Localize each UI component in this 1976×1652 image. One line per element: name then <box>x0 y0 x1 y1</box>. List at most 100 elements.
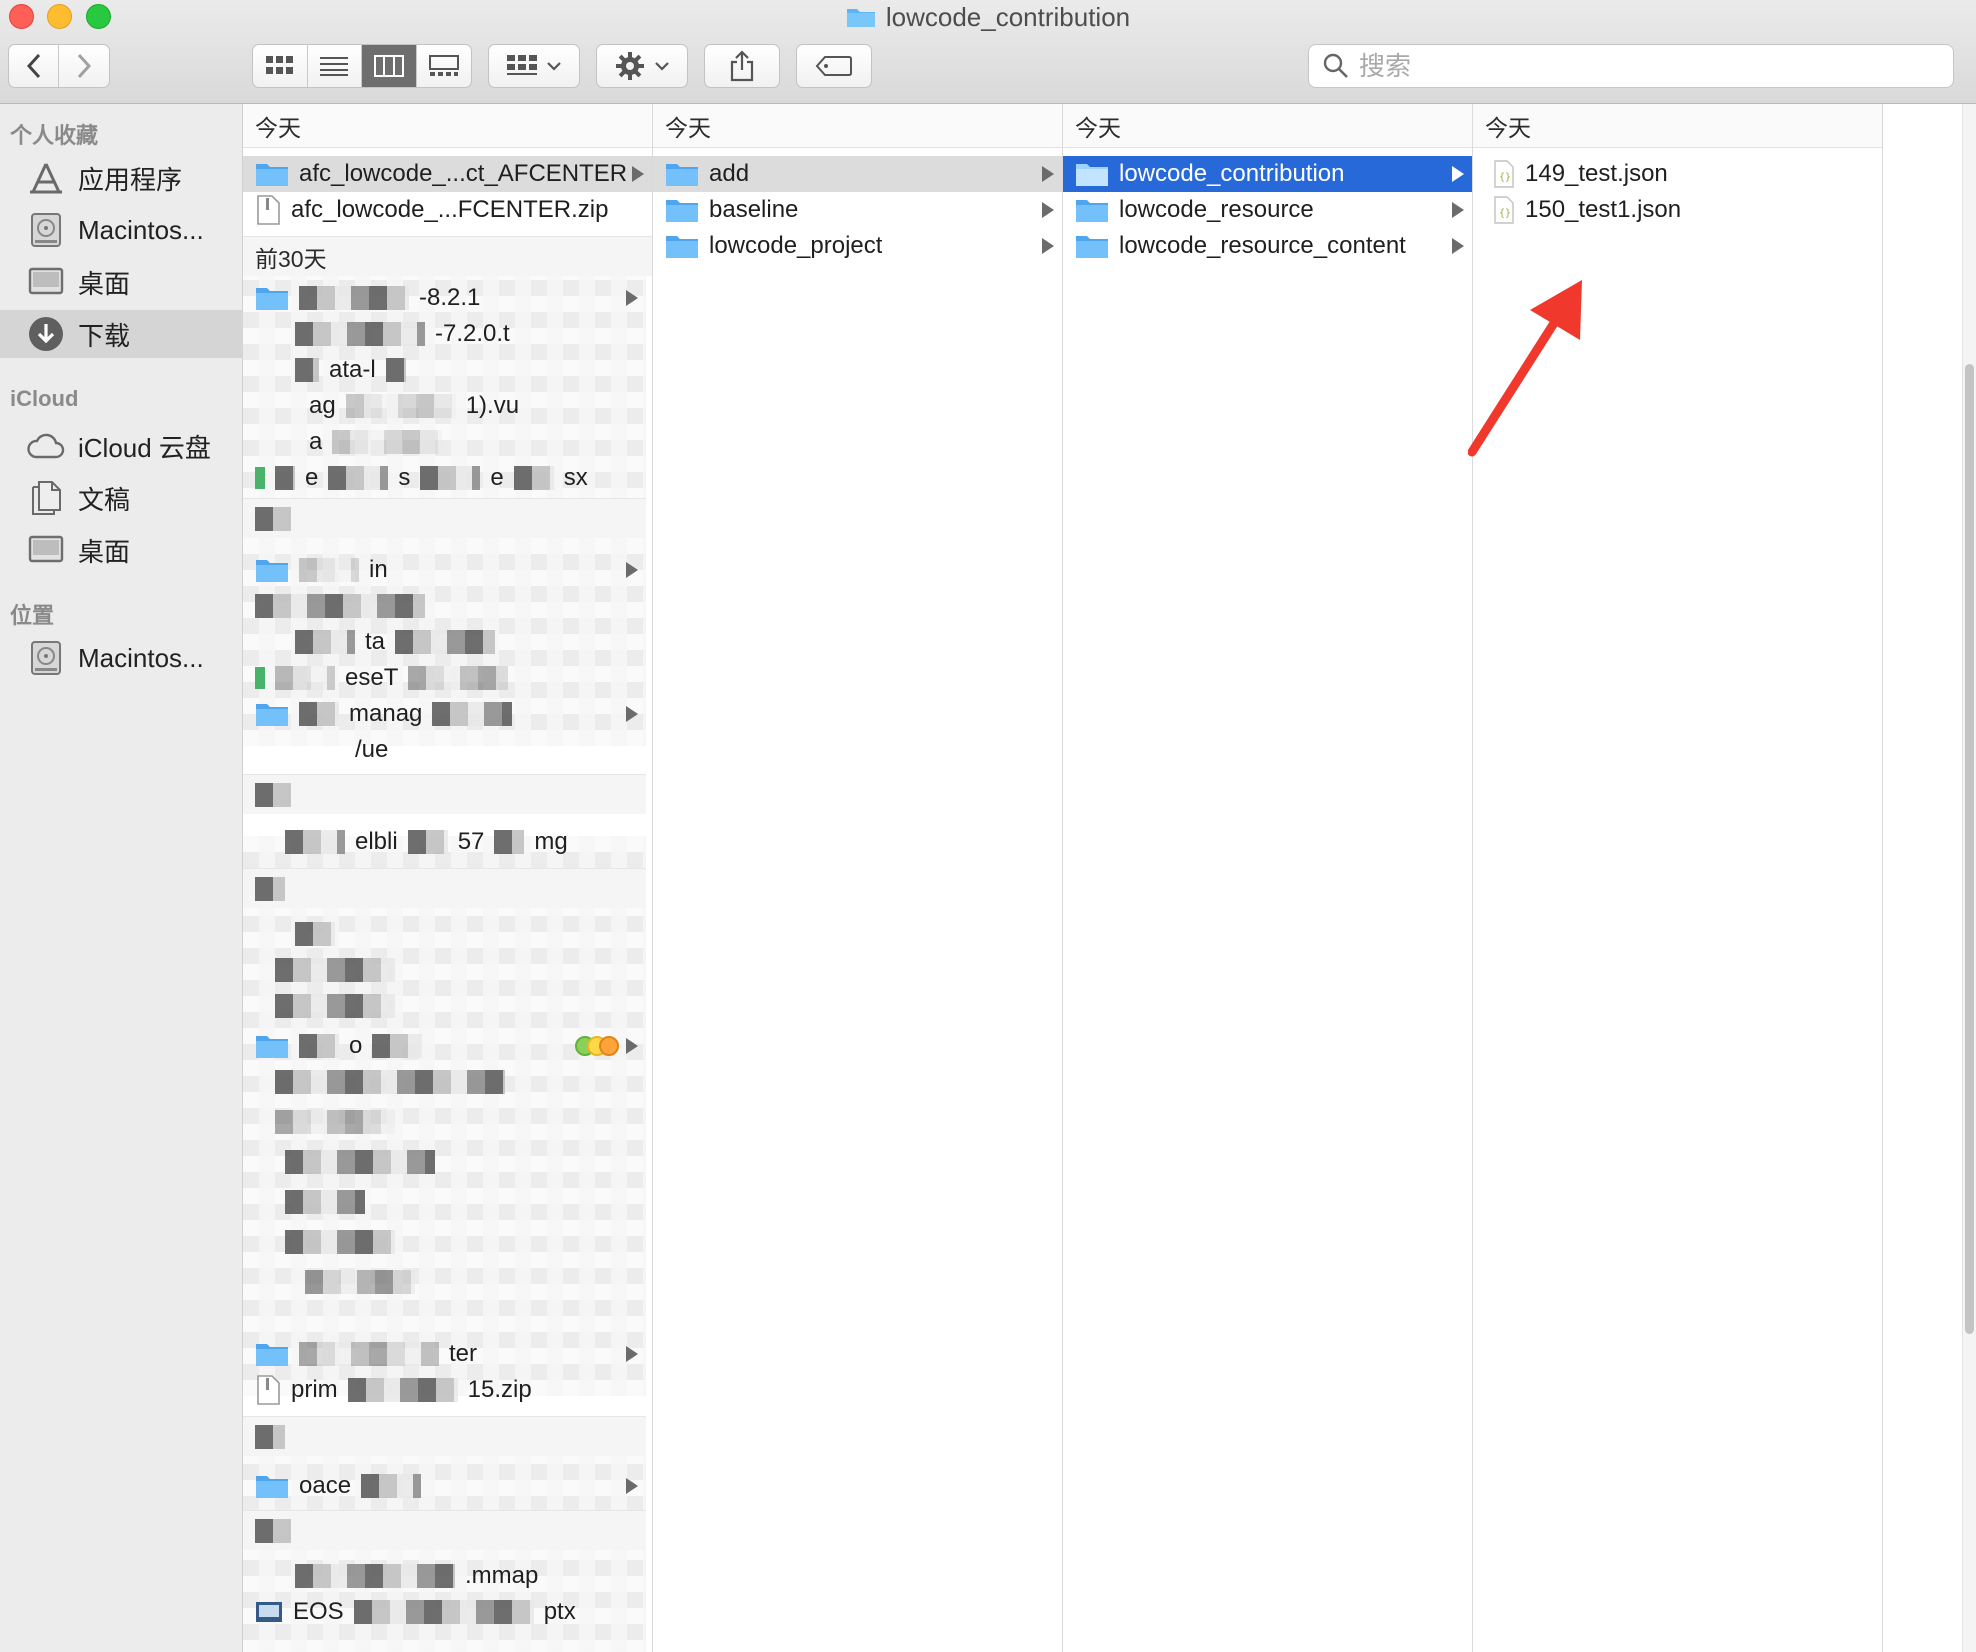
share-button[interactable] <box>704 44 780 88</box>
folder-icon <box>1076 200 1108 222</box>
list-view-button[interactable] <box>308 45 362 87</box>
list-item[interactable]: add <box>653 156 1062 192</box>
sidebar-item-downloads[interactable]: 下载 <box>0 310 243 358</box>
vertical-scrollbar[interactable] <box>1962 104 1976 1652</box>
list-item[interactable] <box>243 1104 646 1140</box>
gallery-view-icon <box>428 55 459 76</box>
file-name-fragment: manag <box>349 700 423 727</box>
action-menu-button[interactable] <box>596 44 688 88</box>
redacted-text <box>255 783 291 807</box>
list-item[interactable]: lowcode_resource <box>1063 192 1472 228</box>
list-item[interactable] <box>243 1144 646 1180</box>
folder-icon <box>256 1036 288 1058</box>
list-item[interactable]: eseT <box>243 660 646 696</box>
group-by-button[interactable] <box>488 44 580 88</box>
sidebar-item-label: 桌面 <box>78 268 131 299</box>
sidebar-item-documents[interactable]: 文稿 <box>0 474 243 522</box>
file-name-fragment: in <box>369 556 388 583</box>
list-item[interactable] <box>243 988 646 1024</box>
list-item[interactable]: a <box>243 424 646 460</box>
json-file-icon: {} <box>1494 196 1514 224</box>
gallery-view-button[interactable] <box>417 45 472 87</box>
gear-icon <box>616 52 644 80</box>
redacted-text <box>299 702 339 726</box>
cloud-icon <box>26 428 66 464</box>
sidebar-item-icloud-desktop[interactable]: 桌面 <box>0 526 243 574</box>
list-item[interactable]: -7.2.0.t <box>243 316 646 352</box>
folder-icon <box>256 1344 288 1366</box>
share-icon <box>730 50 754 82</box>
list-item[interactable]: ag 1).vu <box>243 388 646 424</box>
list-item[interactable]: lowcode_contribution <box>1063 156 1472 192</box>
list-item[interactable] <box>243 1224 646 1260</box>
list-item[interactable]: afc_lowcode_...ct_AFCENTER <box>243 156 652 192</box>
list-item[interactable]: ata-l <box>243 352 646 388</box>
zip-file-icon <box>257 195 280 225</box>
list-item[interactable] <box>243 952 646 988</box>
documents-icon <box>26 480 66 516</box>
redacted-text <box>275 1110 395 1134</box>
list-item[interactable]: -8.2.1 <box>243 280 646 316</box>
folder-icon <box>256 288 288 310</box>
disclosure-arrow-icon <box>626 290 638 306</box>
file-name-fragment: ata-l <box>329 356 376 383</box>
list-item[interactable] <box>243 588 646 624</box>
icon-view-button[interactable] <box>253 45 308 87</box>
list-item[interactable]: in <box>243 552 646 588</box>
list-item[interactable] <box>243 1064 646 1100</box>
list-item[interactable]: lowcode_project <box>653 228 1062 264</box>
file-name: afc_lowcode_...ct_AFCENTER <box>299 160 628 187</box>
chevron-right-icon <box>77 53 92 79</box>
sidebar-item-macintosh-hd[interactable]: Macintos... <box>0 206 243 254</box>
list-item[interactable]: .mmap <box>243 1558 646 1594</box>
desktop-icon <box>26 264 66 300</box>
list-item[interactable] <box>243 916 646 952</box>
sidebar-item-desktop[interactable]: 桌面 <box>0 258 243 306</box>
tag-icon <box>815 56 852 76</box>
list-item[interactable]: {} 149_test.json <box>1473 156 1882 192</box>
list-item[interactable]: ta <box>243 624 646 660</box>
file-name-fragment: sx <box>563 464 588 491</box>
file-name-fragment: ta <box>365 628 386 655</box>
search-field[interactable] <box>1308 44 1954 88</box>
list-item[interactable]: afc_lowcode_...FCENTER.zip <box>243 192 652 228</box>
list-item[interactable] <box>243 1264 646 1300</box>
spreadsheet-icon <box>255 667 265 689</box>
folder-icon <box>666 200 698 222</box>
redacted-text <box>295 630 355 654</box>
file-name-fragment: 15.zip <box>467 1376 532 1403</box>
group-header-last-30-days: 前30天 <box>243 236 652 276</box>
list-item[interactable]: manag <box>243 696 646 732</box>
sidebar-item-macintosh-hd-location[interactable]: Macintos... <box>0 634 243 682</box>
edit-tags-button[interactable] <box>796 44 872 88</box>
back-button[interactable] <box>9 45 60 87</box>
file-name: lowcode_resource <box>1119 196 1314 223</box>
scrollbar-thumb[interactable] <box>1965 364 1974 1334</box>
redacted-text <box>275 666 335 690</box>
list-item[interactable]: baseline <box>653 192 1062 228</box>
redacted-text <box>361 1474 422 1498</box>
forward-button[interactable] <box>59 45 109 87</box>
search-input[interactable] <box>1359 50 1939 82</box>
sidebar-section-icloud: iCloud <box>10 386 79 411</box>
disclosure-arrow-icon <box>1042 202 1054 218</box>
redacted-text <box>255 507 291 531</box>
list-item[interactable] <box>243 1184 646 1220</box>
list-item[interactable]: oace <box>243 1468 646 1504</box>
file-name-fragment: .mmap <box>465 1562 539 1589</box>
column-view-button[interactable] <box>362 45 417 87</box>
list-item[interactable]: lowcode_resource_content <box>1063 228 1472 264</box>
annotation-arrow-icon <box>1468 280 1582 457</box>
list-item[interactable]: {} 150_test1.json <box>1473 192 1882 228</box>
list-item[interactable]: prim 15.zip <box>243 1372 646 1408</box>
sidebar-item-icloud-drive[interactable]: iCloud 云盘 <box>0 422 243 470</box>
list-item[interactable]: o <box>243 1028 646 1064</box>
list-item[interactable]: EOS ptx <box>243 1594 646 1630</box>
sidebar-item-applications[interactable]: 应用程序 <box>0 154 243 202</box>
list-item[interactable]: elbli 57 mg <box>243 824 646 860</box>
window-toolbar: lowcode_contribution <box>0 0 1976 104</box>
list-item[interactable]: /ue <box>243 732 646 768</box>
list-view-icon <box>320 57 349 76</box>
list-item[interactable]: e s e sx <box>243 460 646 496</box>
list-item[interactable]: ter <box>243 1336 646 1372</box>
